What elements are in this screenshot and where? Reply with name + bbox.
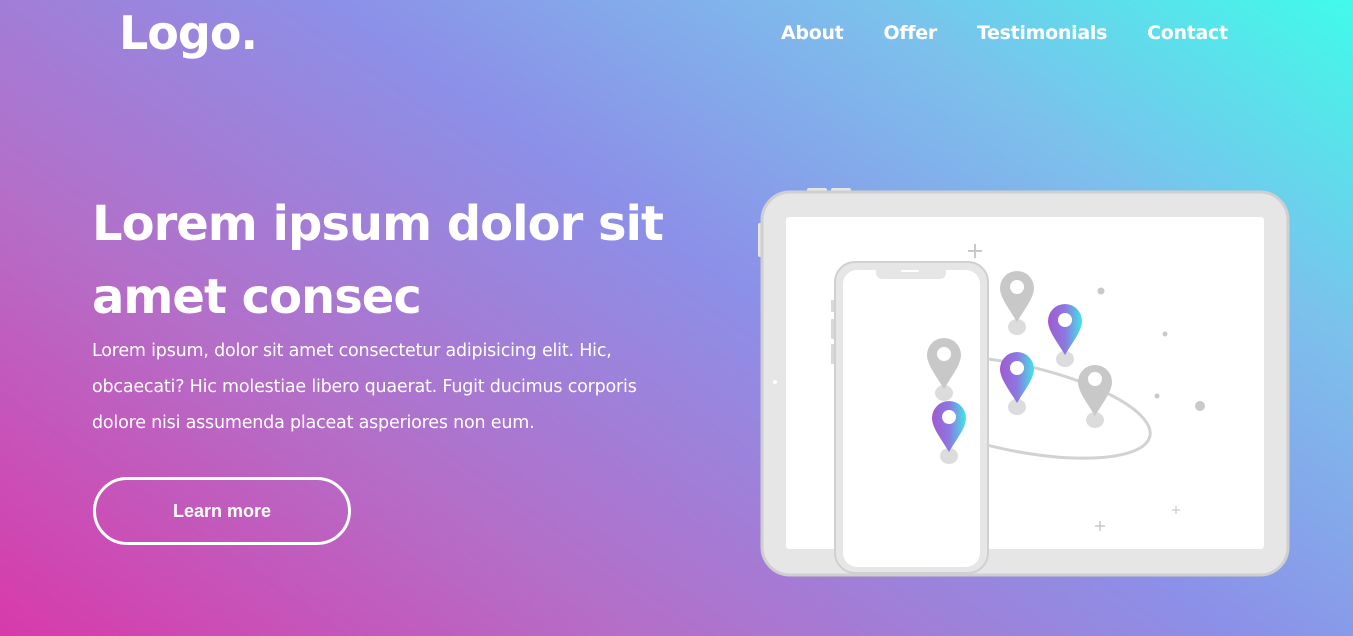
nav-link-contact[interactable]: Contact [1147, 22, 1228, 44]
hero-description: Lorem ipsum, dolor sit amet consectetur … [92, 341, 637, 433]
devices-map-pins-illustration [758, 188, 1290, 577]
learn-more-button[interactable]: Learn more [93, 477, 351, 545]
nav-link-about[interactable]: About [781, 22, 844, 44]
main-nav: About Offer Testimonials Contact [781, 22, 1268, 44]
logo[interactable]: Logo. [119, 6, 258, 60]
nav-link-testimonials[interactable]: Testimonials [977, 22, 1107, 44]
hero-title: Lorem ipsum dolor sit amet consec [92, 196, 664, 325]
nav-link-offer[interactable]: Offer [883, 22, 937, 44]
